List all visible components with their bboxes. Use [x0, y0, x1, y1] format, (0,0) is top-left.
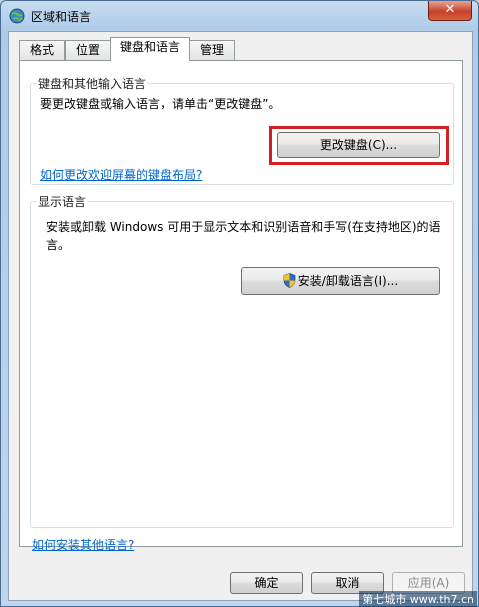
change-keyboards-button[interactable]: 更改键盘(C)... — [277, 132, 440, 158]
apply-label: 应用(A) — [407, 576, 450, 590]
tab-format[interactable]: 格式 — [19, 40, 65, 61]
welcome-screen-keyboard-link[interactable]: 如何更改欢迎屏幕的键盘布局? — [40, 166, 202, 183]
install-uninstall-languages-label: 安装/卸载语言(I)... — [297, 274, 399, 288]
tab-location-label: 位置 — [75, 43, 100, 57]
tab-panel: 键盘和其他输入语言 要更改键盘或输入语言，请单击“更改键盘”。 更改键盘(C).… — [19, 60, 463, 547]
change-keyboards-label: 更改键盘(C)... — [319, 138, 398, 152]
close-icon: ✕ — [444, 2, 456, 17]
globe-icon — [9, 8, 25, 24]
keyboard-description: 要更改键盘或输入语言，请单击“更改键盘”。 — [40, 97, 281, 111]
ok-label: 确定 — [254, 576, 279, 590]
install-uninstall-languages-button[interactable]: 安装/卸载语言(I)... — [241, 267, 440, 295]
dialog-client-area: 格式 位置 键盘和语言 管理 键盘和其他输入语言 要更改键盘或输入语言，请单击“… — [8, 31, 473, 601]
dialog-window: 区域和语言 ✕ 格式 位置 键盘和语言 管理 键盘和其他输入语言 要更改键盘或输… — [0, 0, 479, 607]
tab-location[interactable]: 位置 — [65, 40, 111, 61]
display-language-description: 安装或卸载 Windows 可用于显示文本和识别语音和手写(在支持地区)的语言。 — [46, 220, 441, 252]
close-button[interactable]: ✕ — [428, 1, 472, 21]
tab-format-label: 格式 — [29, 43, 54, 57]
tab-keyboards-languages[interactable]: 键盘和语言 — [110, 37, 190, 61]
cancel-label: 取消 — [335, 576, 360, 590]
window-title: 区域和语言 — [31, 10, 92, 24]
tab-administrative-label: 管理 — [199, 43, 224, 57]
tab-keyboards-languages-label: 键盘和语言 — [119, 40, 180, 54]
display-language-group-title: 显示语言 — [36, 193, 89, 210]
install-other-languages-link[interactable]: 如何安装其他语言? — [32, 536, 134, 553]
title-bar[interactable]: 区域和语言 ✕ — [1, 1, 478, 31]
ok-button[interactable]: 确定 — [230, 572, 303, 594]
tab-administrative[interactable]: 管理 — [189, 40, 235, 61]
uac-shield-icon — [283, 273, 296, 288]
keyboard-group-title: 键盘和其他输入语言 — [36, 75, 149, 92]
watermark: 第七城市 www.th7.cn — [359, 591, 477, 607]
